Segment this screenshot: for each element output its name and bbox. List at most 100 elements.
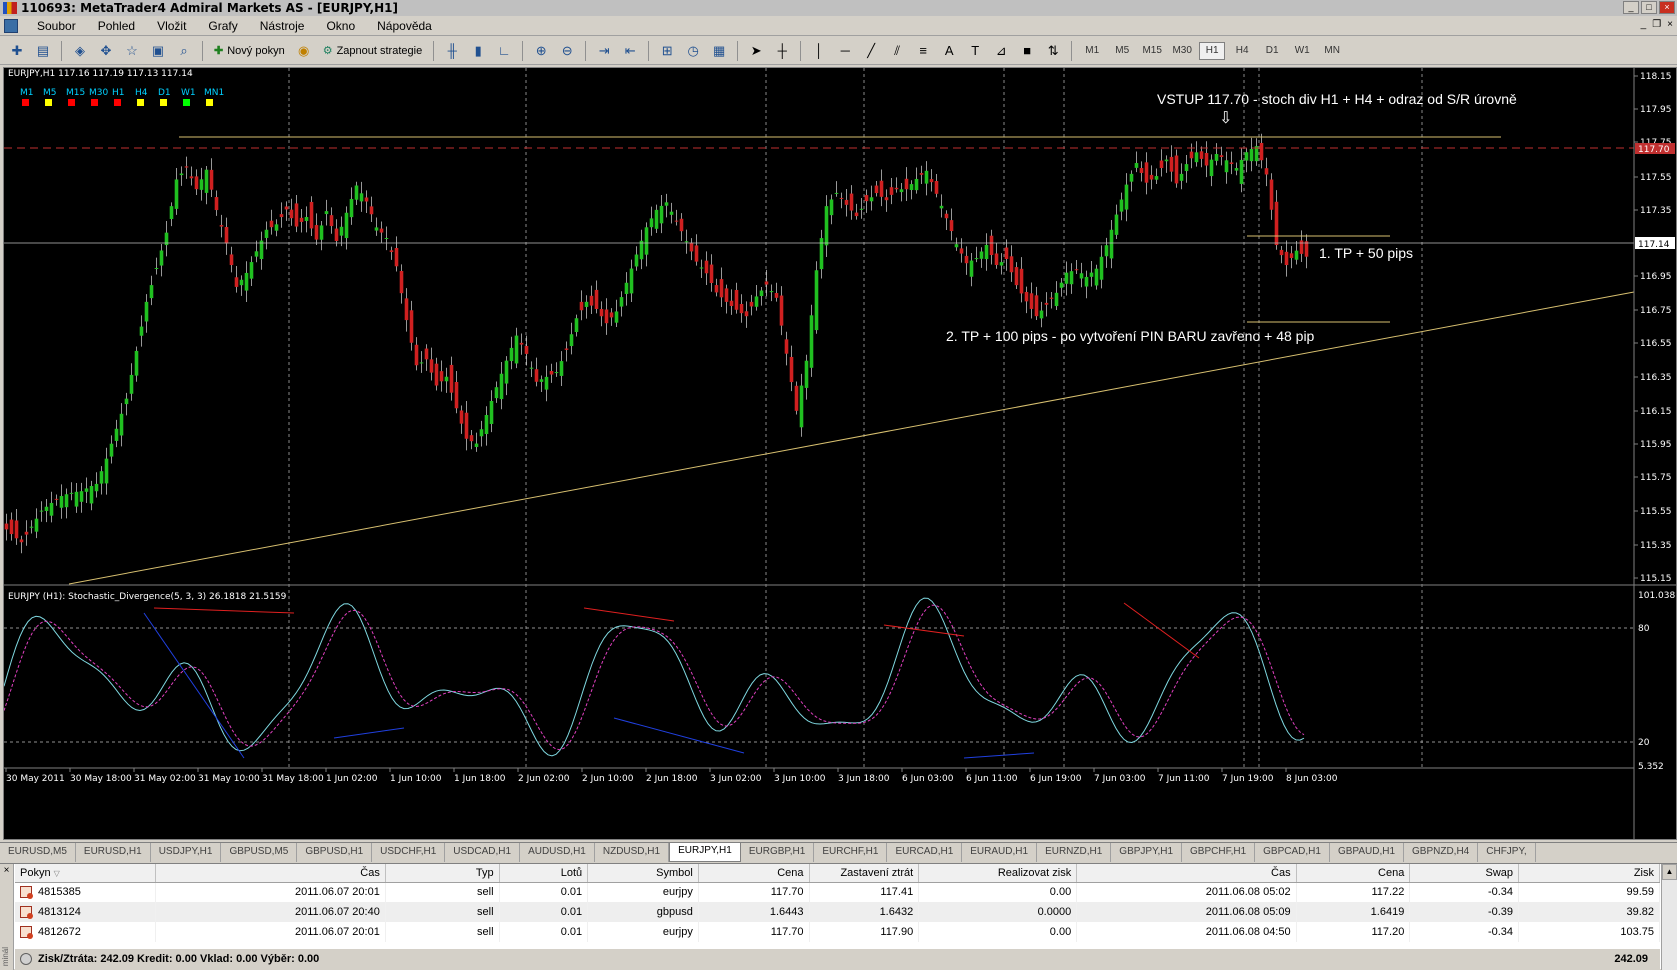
col-take-profit[interactable]: Realizovat zisk	[918, 864, 1078, 883]
mdi-restore-icon[interactable]: ❐	[1652, 19, 1661, 30]
chart-tab[interactable]: GBPCAD,H1	[1255, 843, 1330, 862]
data-window-icon[interactable]: ☆	[121, 41, 143, 61]
chart-tab[interactable]: GBPAUD,H1	[1330, 843, 1405, 862]
profiles-icon[interactable]: ▤	[32, 41, 54, 61]
col-open-time[interactable]: Čas	[155, 864, 386, 883]
market-watch-icon[interactable]: ◈	[69, 41, 91, 61]
chart-tab[interactable]: EURAUD,H1	[962, 843, 1038, 862]
minimize-button[interactable]: _	[1623, 1, 1639, 14]
chart-tab[interactable]: CHFJPY,	[1478, 843, 1536, 862]
col-type[interactable]: Typ	[385, 864, 500, 883]
tp2-annotation[interactable]: 2. TP + 100 pips - po vytvoření PIN BARU…	[946, 328, 1315, 344]
chart-tab[interactable]: EURCHF,H1	[814, 843, 888, 862]
text-label-icon[interactable]: T	[964, 41, 986, 61]
timeframe-mn[interactable]: MN	[1319, 42, 1345, 60]
chart-shift-icon[interactable]: ⇤	[619, 41, 641, 61]
trade-row[interactable]: 4815385 2011.06.07 20:01 sell 0.01 eurjpy 117…	[15, 882, 1660, 902]
mdi-close-icon[interactable]: ×	[1667, 19, 1673, 30]
menu-view[interactable]: Pohled	[87, 19, 146, 33]
chart-tab[interactable]: EURUSD,M5	[0, 843, 76, 862]
timeframe-m30[interactable]: M30	[1169, 42, 1195, 60]
timeframe-h1[interactable]: H1	[1199, 41, 1226, 60]
vertical-line-icon[interactable]: │	[808, 41, 830, 61]
mdi-minimize-icon[interactable]: _	[1641, 19, 1647, 30]
menu-tools[interactable]: Nástroje	[249, 19, 316, 33]
timeframe-w1[interactable]: W1	[1289, 42, 1315, 60]
new-chart-icon[interactable]: ✚	[6, 41, 28, 61]
col-close-price[interactable]: Cena	[1296, 864, 1411, 883]
chart-tab[interactable]: GBPCHF,H1	[1182, 843, 1256, 862]
timeframe-m15[interactable]: M15	[1139, 42, 1165, 60]
metaeditor-icon[interactable]: ◉	[293, 41, 315, 61]
menu-window[interactable]: Okno	[315, 19, 366, 33]
zoom-out-icon[interactable]: ⊖	[556, 41, 578, 61]
periods-icon[interactable]: ◷	[682, 41, 704, 61]
trendline[interactable]	[68, 291, 1635, 585]
menu-charts[interactable]: Grafy	[197, 19, 248, 33]
close-button[interactable]: ×	[1659, 1, 1675, 14]
timeframe-m1[interactable]: M1	[1079, 42, 1105, 60]
chart-tab[interactable]: EURNZD,H1	[1037, 843, 1112, 862]
entry-annotation[interactable]: VSTUP 117.70 - stoch div H1 + H4 + odraz…	[1157, 91, 1517, 107]
text-icon[interactable]: A	[938, 41, 960, 61]
tp1-annotation[interactable]: 1. TP + 50 pips	[1319, 245, 1413, 261]
chart-tab[interactable]: GBPNZD,H4	[1404, 843, 1479, 862]
new-order-button[interactable]: ✚ Nový pokyn	[210, 41, 289, 61]
channel-icon[interactable]: ⫽	[886, 41, 908, 61]
menu-insert[interactable]: Vložit	[146, 19, 197, 33]
price-chart[interactable]: 118.15117.95117.75117.55117.35116.95116.…	[4, 68, 1676, 839]
chart-tab[interactable]: EURGBP,H1	[741, 843, 815, 862]
chart-tab[interactable]: AUDUSD,H1	[520, 843, 595, 862]
chart-tab[interactable]: EURJPY,H1	[669, 843, 741, 862]
chart-window[interactable]: 118.15117.95117.75117.55117.35116.95116.…	[3, 67, 1677, 840]
chart-tab[interactable]: USDCHF,H1	[372, 843, 446, 862]
chart-tab[interactable]: EURUSD,H1	[76, 843, 151, 862]
autoscroll-icon[interactable]: ⇥	[593, 41, 615, 61]
terminal-close-icon[interactable]: ×	[0, 864, 13, 878]
timeframe-m5[interactable]: M5	[1109, 42, 1135, 60]
zoom-in-icon[interactable]: ⊕	[530, 41, 552, 61]
scroll-up-icon[interactable]: ▲	[1662, 864, 1677, 880]
chart-tab[interactable]: GBPUSD,H1	[297, 843, 373, 862]
trade-row[interactable]: 4812672 2011.06.07 20:01 sell 0.01 eurjpy 117…	[15, 922, 1660, 942]
terminal-scrollbar[interactable]: ▲	[1661, 864, 1677, 970]
trade-row[interactable]: 4813124 2011.06.07 20:40 sell 0.01 gbpusd 1.6…	[15, 902, 1660, 922]
chart-tab[interactable]: GBPUSD,M5	[221, 843, 298, 862]
col-open-price[interactable]: Cena	[698, 864, 810, 883]
tester-icon[interactable]: ⌕	[173, 41, 195, 61]
maximize-button[interactable]: □	[1641, 1, 1657, 14]
chart-tab[interactable]: NZDUSD,H1	[595, 843, 670, 862]
menu-file[interactable]: Soubor	[26, 19, 87, 33]
col-swap[interactable]: Swap	[1409, 864, 1520, 883]
bar-chart-icon[interactable]: ╫	[441, 41, 463, 61]
crosshair-icon[interactable]: ┼	[771, 41, 793, 61]
menu-help[interactable]: Nápověda	[366, 19, 443, 33]
timeframe-d1[interactable]: D1	[1259, 42, 1285, 60]
chart-tab[interactable]: USDJPY,H1	[151, 843, 222, 862]
timeframe-h4[interactable]: H4	[1229, 42, 1255, 60]
templates-icon[interactable]: ▦	[708, 41, 730, 61]
chart-window-icon[interactable]	[4, 18, 18, 33]
terminal-icon[interactable]: ▣	[147, 41, 169, 61]
arrows-icon[interactable]: ⇅	[1042, 41, 1064, 61]
expert-advisors-button[interactable]: ⚙ Zapnout strategie	[319, 41, 427, 61]
chart-tab[interactable]: GBPJPY,H1	[1111, 843, 1183, 862]
fibonacci-icon[interactable]: ≡	[912, 41, 934, 61]
col-lots[interactable]: Lotů	[499, 864, 589, 883]
col-order[interactable]: Pokyn ▽	[15, 864, 157, 883]
trendline-icon[interactable]: ╱	[860, 41, 882, 61]
col-profit[interactable]: Zisk	[1518, 864, 1660, 883]
gann-icon[interactable]: ⊿	[990, 41, 1012, 61]
indicators-icon[interactable]: ⊞	[656, 41, 678, 61]
line-chart-icon[interactable]: ∟	[493, 41, 515, 61]
candlestick-icon[interactable]: ▮	[467, 41, 489, 61]
rectangle-icon[interactable]: ■	[1016, 41, 1038, 61]
col-symbol[interactable]: Symbol	[587, 864, 699, 883]
col-close-time[interactable]: Čas	[1076, 864, 1297, 883]
chart-tab[interactable]: USDCAD,H1	[445, 843, 521, 862]
horizontal-line-icon[interactable]: ─	[834, 41, 856, 61]
navigator-icon[interactable]: ✥	[95, 41, 117, 61]
chart-tab[interactable]: EURCAD,H1	[887, 843, 963, 862]
cursor-icon[interactable]: ➤	[745, 41, 767, 61]
col-stop-loss[interactable]: Zastavení ztrát	[809, 864, 920, 883]
